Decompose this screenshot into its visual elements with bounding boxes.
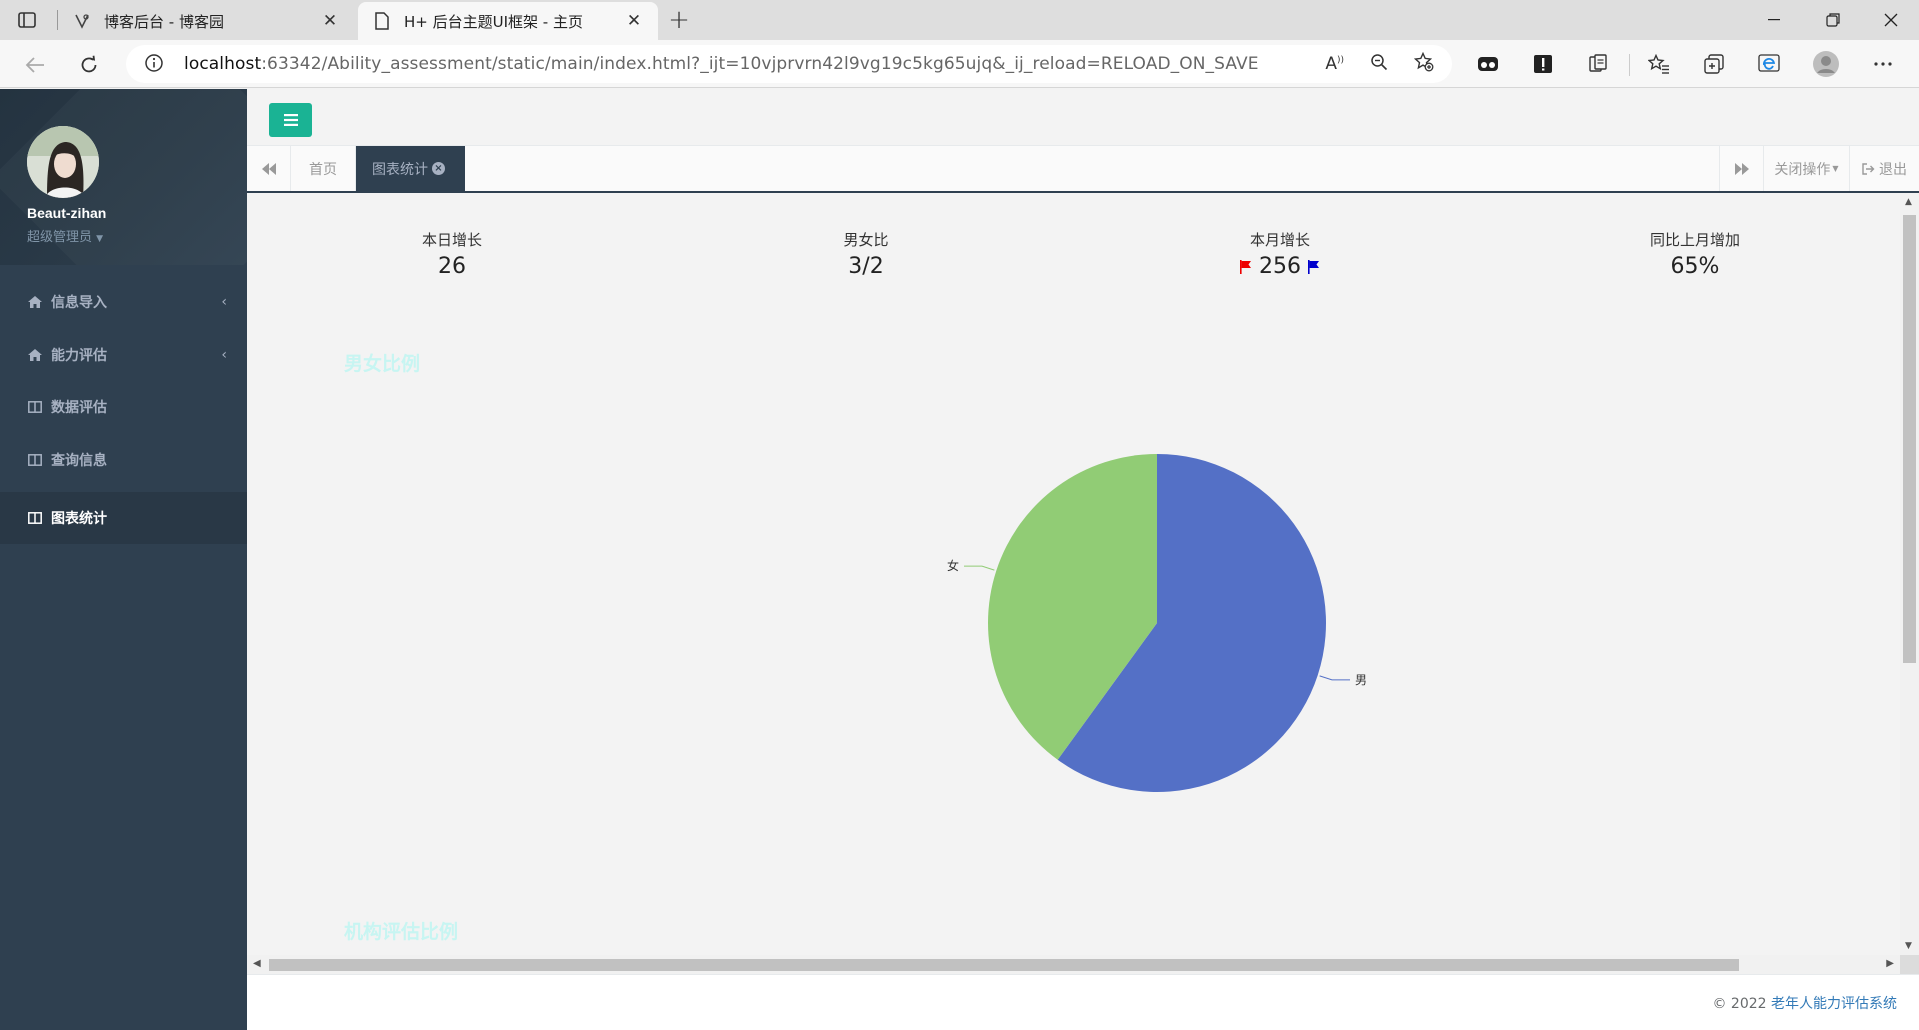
close-operations-label: 关闭操作 xyxy=(1774,161,1831,178)
scroll-tabs-right-icon[interactable] xyxy=(1719,146,1763,191)
page-content: 本日增长 26 男女比 3/2 本月增长 256 同比上月增加 65% 男女比例… xyxy=(247,193,1900,955)
footer: © 2022 老年人能力评估系统 xyxy=(247,974,1919,1030)
scroll-tabs-left-icon[interactable] xyxy=(247,146,291,191)
sidebar-item-info-import[interactable]: 信息导入 ‹ xyxy=(0,276,247,328)
profile-avatar-icon[interactable] xyxy=(1812,50,1840,78)
pie-label-line-male xyxy=(1319,675,1350,681)
blog-favicon-icon xyxy=(72,11,92,31)
footer-text: © 2022 老年人能力评估系统 xyxy=(1712,993,1897,1013)
scroll-up-arrow-icon[interactable]: ▲ xyxy=(1905,197,1912,207)
extension-i-icon[interactable] xyxy=(1529,50,1557,78)
home-icon xyxy=(27,348,43,362)
favorites-icon[interactable] xyxy=(1645,50,1673,78)
user-role-dropdown[interactable]: 超级管理员 ▼ xyxy=(27,226,103,245)
read-aloud-icon[interactable]: A)) xyxy=(1325,54,1344,74)
restore-window-icon[interactable] xyxy=(1805,0,1861,40)
tab-actions-icon[interactable] xyxy=(14,8,40,32)
pie-label-line-female xyxy=(964,565,995,571)
extension-doc-icon[interactable] xyxy=(1584,50,1612,78)
scroll-down-arrow-icon[interactable]: ▼ xyxy=(1905,941,1912,951)
menu-bars-icon xyxy=(283,114,298,126)
sidebar-item-label: 数据评估 xyxy=(51,400,107,416)
copyright-text: © 2022 xyxy=(1712,996,1771,1012)
url-text: localhost:63342/Ability_assessment/stati… xyxy=(184,54,1259,74)
browser-tab-title: 博客后台 - 博客园 xyxy=(104,12,224,31)
browser-tab-blog[interactable]: 博客后台 - 博客园 ✕ xyxy=(58,2,354,40)
sidebar-item-label: 能力评估 xyxy=(51,348,107,364)
scroll-left-arrow-icon[interactable]: ◀ xyxy=(253,958,261,969)
pie-label-male: 男 xyxy=(1355,673,1367,687)
horizontal-scrollbar-thumb[interactable] xyxy=(269,959,1739,971)
horizontal-scrollbar[interactable]: ◀ ▶ xyxy=(247,955,1900,974)
gender-pie-chart[interactable]: 男女 xyxy=(247,193,1900,955)
add-favorite-icon[interactable] xyxy=(1413,51,1434,77)
logout-label: 退出 xyxy=(1879,161,1907,178)
tab-home[interactable]: 首页 xyxy=(291,146,356,191)
columns-icon xyxy=(27,453,43,467)
vertical-scrollbar-thumb[interactable] xyxy=(1903,215,1916,663)
browser-toolbar: localhost:63342/Ability_assessment/stati… xyxy=(0,40,1919,88)
sidebar-item-chart-stats[interactable]: 图表统计 xyxy=(0,492,247,544)
sidebar-item-label: 图表统计 xyxy=(51,511,107,527)
profile-panel: Beaut-zihan 超级管理员 ▼ xyxy=(0,89,247,265)
sidebar-item-label: 信息导入 xyxy=(51,295,107,311)
sidebar-item-label: 查询信息 xyxy=(51,453,107,469)
content-tabs-bar: 首页 图表统计 × 关闭操作 ▼ 退出 xyxy=(247,146,1919,193)
collections-icon[interactable] xyxy=(1700,50,1728,78)
tab-label: 图表统计 xyxy=(372,161,428,178)
tab-close-icon[interactable]: × xyxy=(432,162,445,175)
url-host: localhost xyxy=(184,54,262,74)
caret-down-icon: ▼ xyxy=(1832,164,1839,173)
zoom-out-icon[interactable] xyxy=(1370,53,1388,76)
page-favicon-icon xyxy=(372,11,392,31)
browser-tabstrip: 博客后台 - 博客园 ✕ H+ 后台主题UI框架 - 主页 ✕ + xyxy=(0,0,1919,40)
sign-out-icon xyxy=(1862,162,1875,175)
browser-tab-title: H+ 后台主题UI框架 - 主页 xyxy=(404,12,583,31)
minimize-window-icon[interactable] xyxy=(1746,0,1802,40)
logout-button[interactable]: 退出 xyxy=(1849,146,1919,191)
chevron-left-icon: ‹ xyxy=(221,294,227,310)
username[interactable]: Beaut-zihan xyxy=(27,205,106,221)
close-tab-icon[interactable]: ✕ xyxy=(624,11,644,31)
home-icon xyxy=(27,295,43,309)
extension-icon[interactable] xyxy=(1474,50,1502,78)
avatar[interactable] xyxy=(27,126,99,198)
browser-tab-main[interactable]: H+ 后台主题UI框架 - 主页 ✕ xyxy=(358,2,658,40)
toolbar-divider xyxy=(1629,54,1630,76)
tab-label: 首页 xyxy=(309,161,337,178)
back-arrow-icon[interactable] xyxy=(18,48,52,82)
reload-icon[interactable] xyxy=(72,48,106,82)
scroll-right-arrow-icon[interactable]: ▶ xyxy=(1886,958,1894,969)
sidebar: Beaut-zihan 超级管理员 ▼ 信息导入 ‹ 能力评估 ‹ 数据评估 查… xyxy=(0,89,247,1030)
sidebar-item-ability-assessment[interactable]: 能力评估 ‹ xyxy=(0,329,247,381)
caret-down-icon: ▼ xyxy=(96,234,104,244)
close-operations-dropdown[interactable]: 关闭操作 ▼ xyxy=(1763,146,1849,191)
site-info-icon[interactable] xyxy=(144,53,166,75)
org-chart-title: 机构评估比例 xyxy=(344,921,459,943)
user-role: 超级管理员 xyxy=(27,230,93,245)
top-navbar xyxy=(247,89,1919,146)
chevron-left-icon: ‹ xyxy=(221,347,227,363)
vertical-scrollbar[interactable]: ▲ ▼ xyxy=(1900,193,1919,955)
system-name-link[interactable]: 老年人能力评估系统 xyxy=(1771,996,1897,1012)
address-bar[interactable]: localhost:63342/Ability_assessment/stati… xyxy=(126,45,1452,83)
tab-chart-stats[interactable]: 图表统计 × xyxy=(356,146,465,191)
sidebar-item-query-info[interactable]: 查询信息 xyxy=(0,434,247,486)
close-tab-icon[interactable]: ✕ xyxy=(320,11,340,31)
scrollbar-corner xyxy=(1900,955,1919,974)
columns-icon xyxy=(27,511,43,525)
new-tab-icon[interactable]: + xyxy=(664,5,694,35)
close-window-icon[interactable] xyxy=(1863,0,1919,40)
sidebar-item-data-assessment[interactable]: 数据评估 xyxy=(0,381,247,433)
more-menu-icon[interactable] xyxy=(1869,50,1897,78)
columns-icon xyxy=(27,400,43,414)
pie-label-female: 女 xyxy=(947,558,959,573)
url-path: :63342/Ability_assessment/static/main/in… xyxy=(261,54,1259,74)
toggle-sidebar-button[interactable] xyxy=(269,103,312,137)
edge-extension-icon[interactable] xyxy=(1755,50,1783,78)
